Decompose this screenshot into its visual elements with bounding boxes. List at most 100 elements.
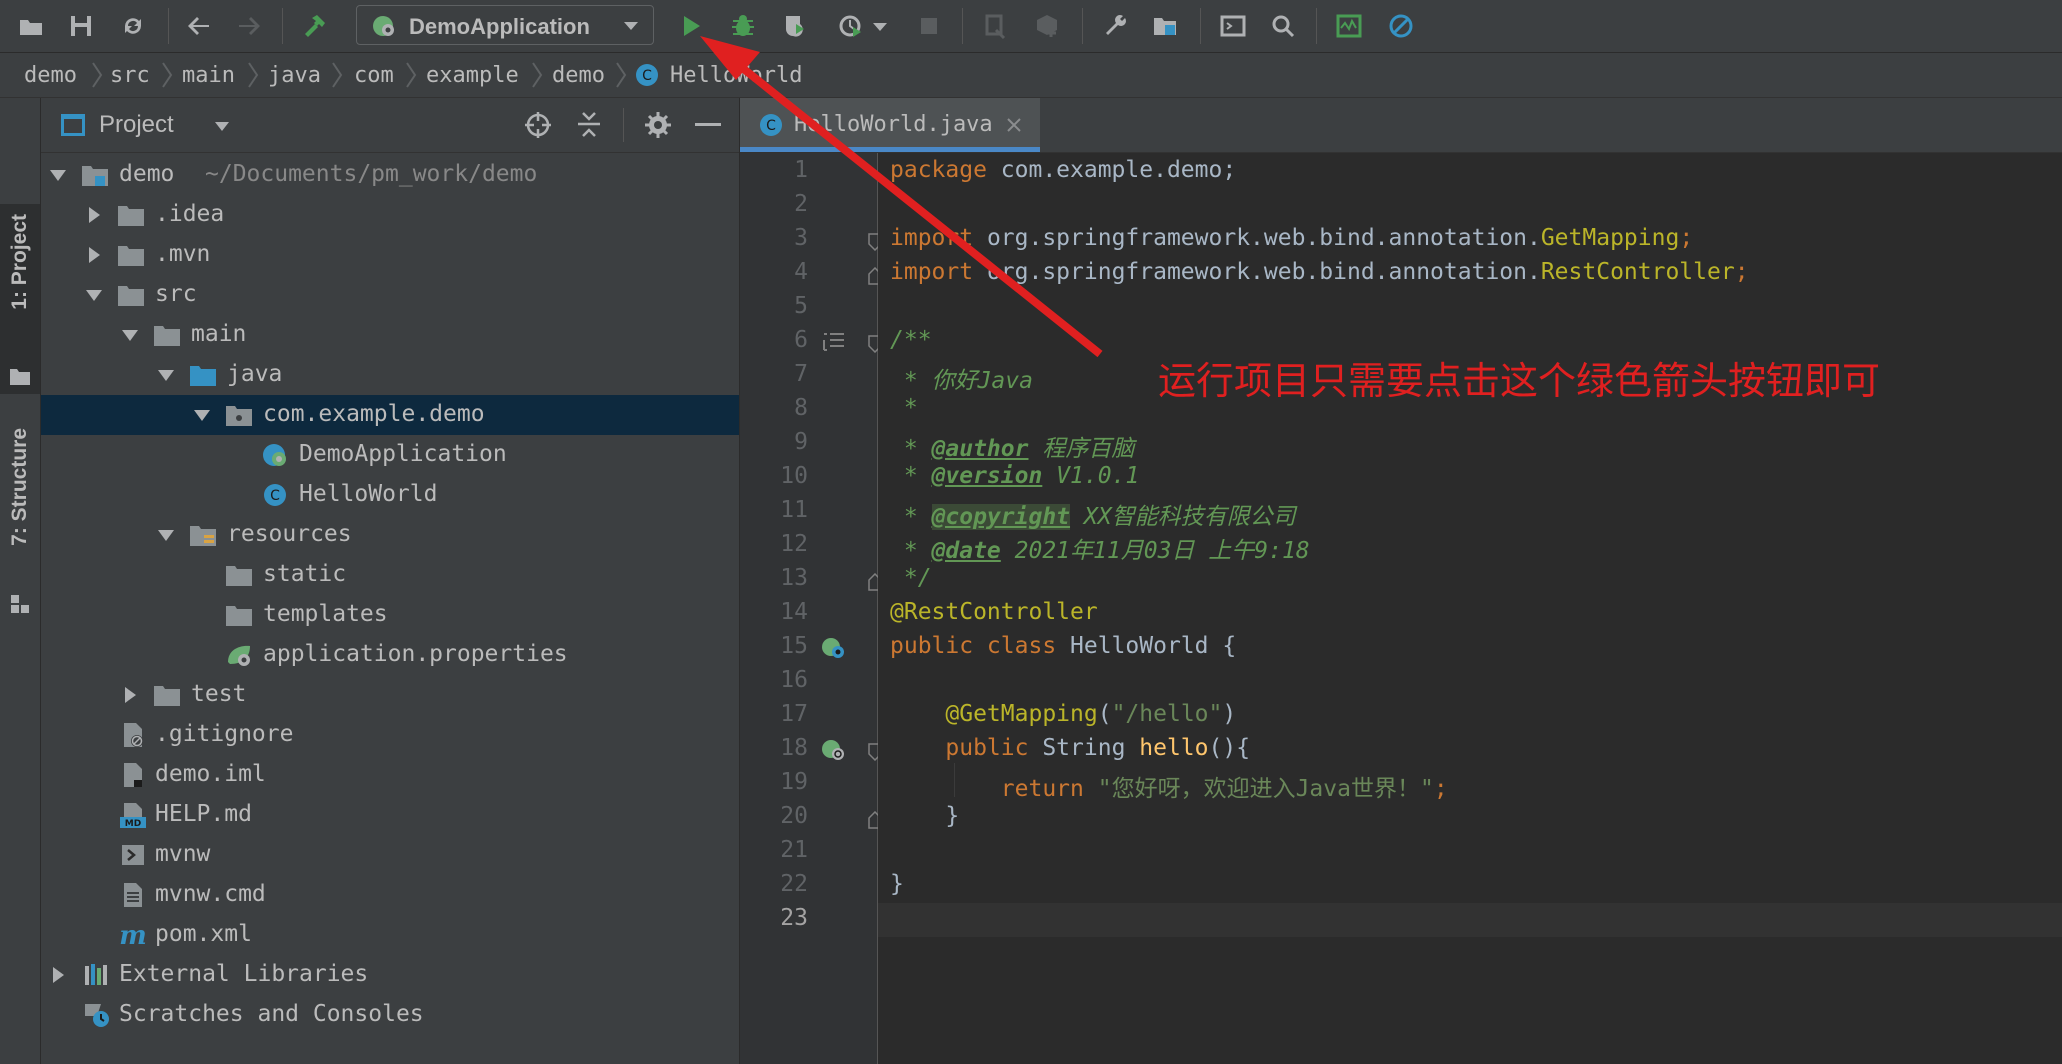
- expanded-arrow-icon[interactable]: [157, 366, 175, 384]
- tree-item-resources[interactable]: resources: [41, 515, 739, 555]
- terminal-window-icon[interactable]: [1216, 9, 1250, 43]
- expanded-arrow-icon[interactable]: [49, 166, 67, 184]
- tree-item-test[interactable]: test: [41, 675, 739, 715]
- breadcrumb-separator-icon: [532, 62, 543, 88]
- breadcrumb-item-demo-package[interactable]: demo: [552, 63, 605, 88]
- breadcrumb-item-example[interactable]: example: [426, 63, 519, 88]
- tree-item-demoapplication[interactable]: DemoApplication: [41, 435, 739, 475]
- tree-item-mvnw[interactable]: mvnw: [41, 835, 739, 875]
- module-folder-icon: [82, 166, 108, 186]
- stop-icon[interactable]: [912, 9, 946, 43]
- breadcrumb-item-java[interactable]: java: [268, 63, 321, 88]
- module-file-icon: [124, 763, 142, 787]
- search-icon[interactable]: [1266, 9, 1300, 43]
- expanded-arrow-icon[interactable]: [121, 326, 139, 344]
- editor-tab-bar: C HelloWorld.java: [740, 98, 2062, 153]
- sync-icon[interactable]: [116, 9, 150, 43]
- disable-prohibit-icon[interactable]: [1384, 9, 1418, 43]
- code-line-20: }: [890, 803, 960, 829]
- tab-helloworld-java[interactable]: C HelloWorld.java: [740, 98, 1040, 152]
- project-tool-window-button[interactable]: 1: Project: [0, 204, 40, 394]
- tree-item-com-example-demo[interactable]: com.example.demo: [41, 395, 739, 435]
- text-file-icon: [124, 883, 142, 907]
- breadcrumb-item-main[interactable]: main: [182, 63, 235, 88]
- expanded-arrow-icon[interactable]: [85, 286, 103, 304]
- tree-item-pom-xml[interactable]: m pom.xml: [41, 915, 739, 955]
- tree-item-mvnw-cmd[interactable]: mvnw.cmd: [41, 875, 739, 915]
- shell-script-icon: [122, 845, 144, 865]
- folder-icon: [226, 566, 252, 586]
- spring-bean-run-icon[interactable]: [820, 635, 848, 661]
- breadcrumb-separator-icon: [406, 62, 417, 88]
- line-number: 9: [794, 429, 808, 455]
- collapsed-arrow-icon[interactable]: [85, 246, 103, 264]
- tree-item-external-libraries[interactable]: External Libraries: [41, 955, 739, 995]
- spring-request-mapping-icon[interactable]: [820, 737, 848, 763]
- build-hammer-icon[interactable]: [298, 9, 332, 43]
- profiler-icon[interactable]: [834, 9, 868, 43]
- tree-item-main[interactable]: main: [41, 315, 739, 355]
- project-view-title[interactable]: Project: [99, 111, 174, 139]
- tree-item-helloworld[interactable]: C HelloWorld: [41, 475, 739, 515]
- line-number: 22: [780, 871, 808, 897]
- open-folder-icon[interactable]: [14, 9, 48, 43]
- debug-bug-icon[interactable]: [726, 9, 760, 43]
- tree-item-templates[interactable]: templates: [41, 595, 739, 635]
- tree-item-demo-iml[interactable]: demo.iml: [41, 755, 739, 795]
- code-line-18: public String hello(){: [890, 735, 1251, 761]
- code-line-17: @GetMapping("/hello"): [890, 701, 1237, 727]
- breadcrumb-item-helloworld[interactable]: HelloWorld: [670, 63, 802, 88]
- line-number: 19: [780, 769, 808, 795]
- java-class-icon: C: [760, 114, 782, 136]
- tree-item-help-md[interactable]: MD HELP.md: [41, 795, 739, 835]
- project-panel-header: Project: [41, 98, 739, 153]
- breadcrumb-separator-icon: [616, 62, 627, 88]
- gear-icon[interactable]: [643, 110, 673, 140]
- tree-item-static[interactable]: static: [41, 555, 739, 595]
- collapsed-arrow-icon[interactable]: [49, 966, 67, 984]
- project-tool-window-label: 1: Project: [8, 214, 31, 310]
- run-with-coverage-icon[interactable]: [778, 9, 812, 43]
- breadcrumb-item-demo[interactable]: demo: [24, 63, 77, 88]
- locate-crosshair-icon[interactable]: [523, 110, 553, 140]
- tree-item-gitignore[interactable]: .gitignore: [41, 715, 739, 755]
- code-line-6: /**: [890, 327, 932, 353]
- code-editor[interactable]: package com.example.demo; import org.spr…: [878, 153, 2062, 1064]
- breadcrumb-item-src[interactable]: src: [110, 63, 150, 88]
- project-structure-icon[interactable]: [1148, 9, 1182, 43]
- tree-item-src[interactable]: src: [41, 275, 739, 315]
- back-arrow-icon[interactable]: [182, 9, 216, 43]
- line-number: 10: [780, 463, 808, 489]
- tree-item-application-properties[interactable]: application.properties: [41, 635, 739, 675]
- line-number: 6: [794, 327, 808, 353]
- activity-monitor-icon[interactable]: [1332, 9, 1366, 43]
- collapsed-arrow-icon[interactable]: [121, 686, 139, 704]
- expanded-arrow-icon[interactable]: [193, 406, 211, 424]
- collapse-all-icon[interactable]: [575, 110, 603, 140]
- settings-wrench-icon[interactable]: [1098, 9, 1132, 43]
- tree-item-java[interactable]: java: [41, 355, 739, 395]
- close-icon[interactable]: [1006, 117, 1022, 133]
- expanded-arrow-icon[interactable]: [157, 526, 175, 544]
- forward-arrow-icon[interactable]: [232, 9, 266, 43]
- run-configuration-selector[interactable]: DemoApplication: [356, 5, 654, 45]
- tree-item-scratches-and-consoles[interactable]: Scratches and Consoles: [41, 995, 739, 1035]
- save-icon[interactable]: [64, 9, 98, 43]
- collapsed-arrow-icon[interactable]: [85, 206, 103, 224]
- javadoc-render-icon[interactable]: [822, 331, 846, 353]
- line-number: 16: [780, 667, 808, 693]
- profiler-menu-chevron-icon[interactable]: [868, 9, 892, 43]
- line-number: 21: [780, 837, 808, 863]
- svg-text:m: m: [119, 922, 147, 948]
- tree-item-idea[interactable]: .idea: [41, 195, 739, 235]
- tree-item-demo-root[interactable]: demo ~/Documents/pm_work/demo: [41, 155, 739, 195]
- run-icon[interactable]: [674, 9, 708, 43]
- attach-debugger-icon[interactable]: [978, 9, 1012, 43]
- deploy-package-icon[interactable]: [1030, 9, 1064, 43]
- minimize-icon[interactable]: [695, 122, 721, 128]
- structure-tool-window-button[interactable]: 7: Structure: [0, 418, 40, 628]
- line-number: 13: [780, 565, 808, 591]
- chevron-down-icon[interactable]: [213, 118, 231, 134]
- tree-item-mvn[interactable]: .mvn: [41, 235, 739, 275]
- breadcrumb-item-com[interactable]: com: [354, 63, 394, 88]
